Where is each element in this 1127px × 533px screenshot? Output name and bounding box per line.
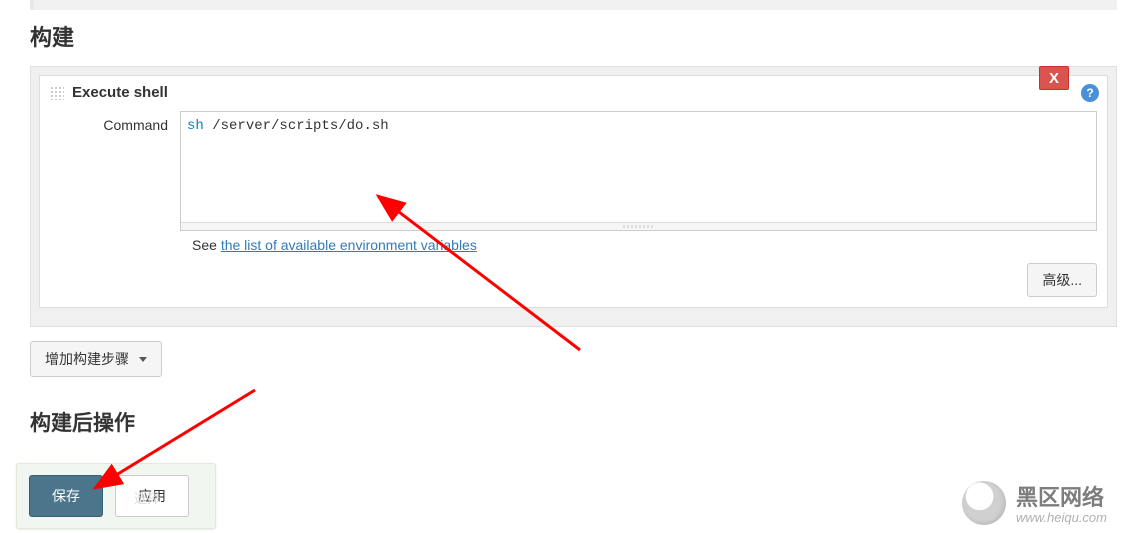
add-build-step-label: 增加构建步骤 bbox=[45, 349, 129, 369]
command-keyword: sh bbox=[187, 118, 204, 134]
command-content[interactable]: sh /server/scripts/do.sh bbox=[181, 112, 1096, 141]
step-header: Execute shell bbox=[40, 76, 1107, 111]
section-build-title: 构建 bbox=[30, 20, 1117, 52]
delete-step-button[interactable]: X bbox=[1039, 66, 1069, 90]
hint-prefix: See bbox=[192, 237, 221, 253]
step-title: Execute shell bbox=[72, 84, 168, 101]
footer-bar: 保存 选择 应用 bbox=[16, 463, 216, 529]
add-build-step-button[interactable]: 增加构建步骤 bbox=[30, 341, 162, 377]
advanced-button[interactable]: 高级... bbox=[1027, 263, 1097, 297]
build-step-outer: X ? Execute shell Command sh /server/scr… bbox=[30, 66, 1117, 327]
drag-handle-icon[interactable] bbox=[50, 86, 64, 100]
ghost-text: 选择 bbox=[134, 488, 160, 507]
top-gray-bar bbox=[30, 0, 1117, 10]
command-input[interactable]: sh /server/scripts/do.sh bbox=[180, 111, 1097, 231]
watermark-cn: 黑区网络 bbox=[1016, 480, 1107, 512]
env-vars-hint: See the list of available environment va… bbox=[40, 231, 1107, 253]
env-vars-link[interactable]: the list of available environment variab… bbox=[221, 237, 477, 253]
watermark-logo-icon bbox=[962, 481, 1006, 525]
watermark: 黑区网络 www.heiqu.com bbox=[962, 480, 1107, 525]
command-path: /server/scripts/do.sh bbox=[204, 118, 389, 134]
build-step-panel: X ? Execute shell Command sh /server/scr… bbox=[39, 75, 1108, 308]
command-label: Command bbox=[50, 111, 180, 231]
save-button[interactable]: 保存 bbox=[29, 475, 103, 517]
chevron-down-icon bbox=[139, 357, 147, 362]
command-row: Command sh /server/scripts/do.sh bbox=[40, 111, 1107, 231]
resize-handle-icon[interactable] bbox=[181, 222, 1096, 230]
watermark-en: www.heiqu.com bbox=[1016, 510, 1107, 525]
section-post-build-title: 构建后操作 bbox=[30, 407, 1117, 437]
